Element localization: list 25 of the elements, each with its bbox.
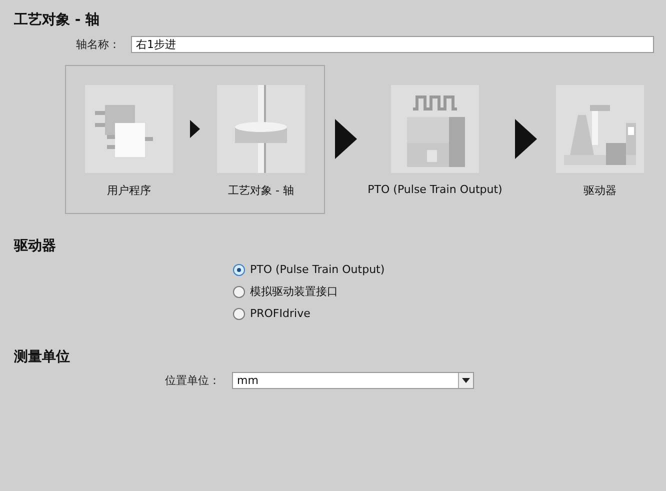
section-title: 工艺对象 - 轴 — [14, 11, 101, 29]
section-title: 测量单位 — [14, 348, 71, 366]
radio-icon[interactable] — [233, 308, 245, 320]
arrow-icon — [515, 119, 537, 159]
field-label: 位置单位： — [164, 373, 220, 388]
radio-icon[interactable] — [233, 264, 245, 276]
axis-name-field[interactable]: 右1步进 — [131, 36, 654, 53]
step-label: PTO (Pulse Train Output) — [368, 183, 502, 196]
arrow-icon — [190, 120, 200, 138]
section-title: 驱动器 — [14, 237, 57, 255]
radio-icon[interactable] — [233, 286, 245, 298]
dropdown-icon[interactable] — [458, 373, 473, 388]
machine-icon — [556, 85, 644, 173]
arrow-icon — [335, 119, 357, 159]
field-label: 轴名称： — [75, 37, 120, 52]
axis-icon — [217, 85, 305, 173]
radio-option[interactable]: PTO (Pulse Train Output) — [233, 263, 385, 276]
unit-dropdown[interactable]: mm — [232, 372, 474, 389]
controller-icon — [391, 85, 479, 173]
step-label: 用户程序 — [107, 183, 151, 198]
program-icon — [85, 85, 173, 173]
step-label: 工艺对象 - 轴 — [228, 183, 294, 198]
radio-option[interactable]: PROFIdrive — [233, 307, 310, 320]
step-label: 驱动器 — [584, 183, 616, 198]
radio-option[interactable]: 模拟驱动装置接口 — [233, 284, 338, 299]
